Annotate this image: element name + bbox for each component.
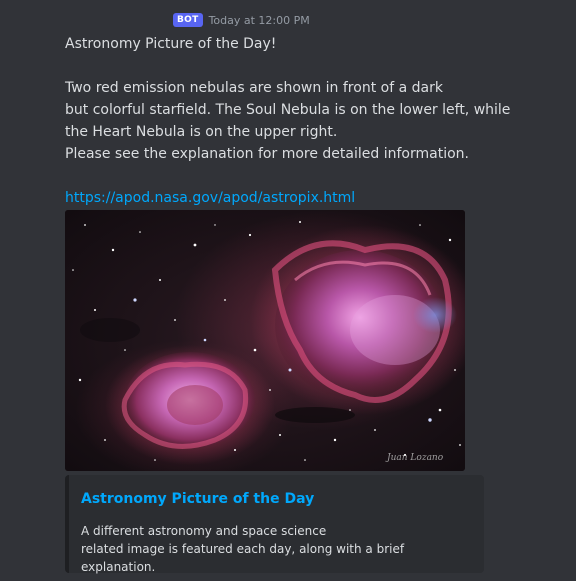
embed-description: A different astronomy and space science … xyxy=(81,522,481,576)
message-header: BOT Today at 12:00 PM xyxy=(173,12,310,28)
message-line: Please see the explanation for more deta… xyxy=(65,146,469,162)
message-title-line: Astronomy Picture of the Day! xyxy=(65,36,277,52)
photo-signature: Juan Lozano xyxy=(385,453,444,463)
message-timestamp[interactable]: Today at 12:00 PM xyxy=(209,14,310,27)
message-line: the Heart Nebula is on the upper right. xyxy=(65,124,338,140)
message-content: Astronomy Picture of the Day! Two red em… xyxy=(65,33,565,209)
message-line: Two red emission nebulas are shown in fr… xyxy=(65,80,443,96)
nebula-image[interactable]: Juan Lozano xyxy=(65,210,465,471)
message-line: but colorful starfield. The Soul Nebula … xyxy=(65,102,511,118)
link-embed: Astronomy Picture of the Day A different… xyxy=(65,475,484,576)
nebula-photo-icon: Juan Lozano xyxy=(65,210,465,471)
chat-message: BOT Today at 12:00 PM Astronomy Picture … xyxy=(0,0,576,581)
embed-description-line: related image is featured each day, alon… xyxy=(81,542,405,574)
bot-badge: BOT xyxy=(173,13,203,27)
embed-description-line: A different astronomy and space science xyxy=(81,524,327,538)
apod-link[interactable]: https://apod.nasa.gov/apod/astropix.html xyxy=(65,190,355,206)
embed-title[interactable]: Astronomy Picture of the Day xyxy=(81,491,314,507)
